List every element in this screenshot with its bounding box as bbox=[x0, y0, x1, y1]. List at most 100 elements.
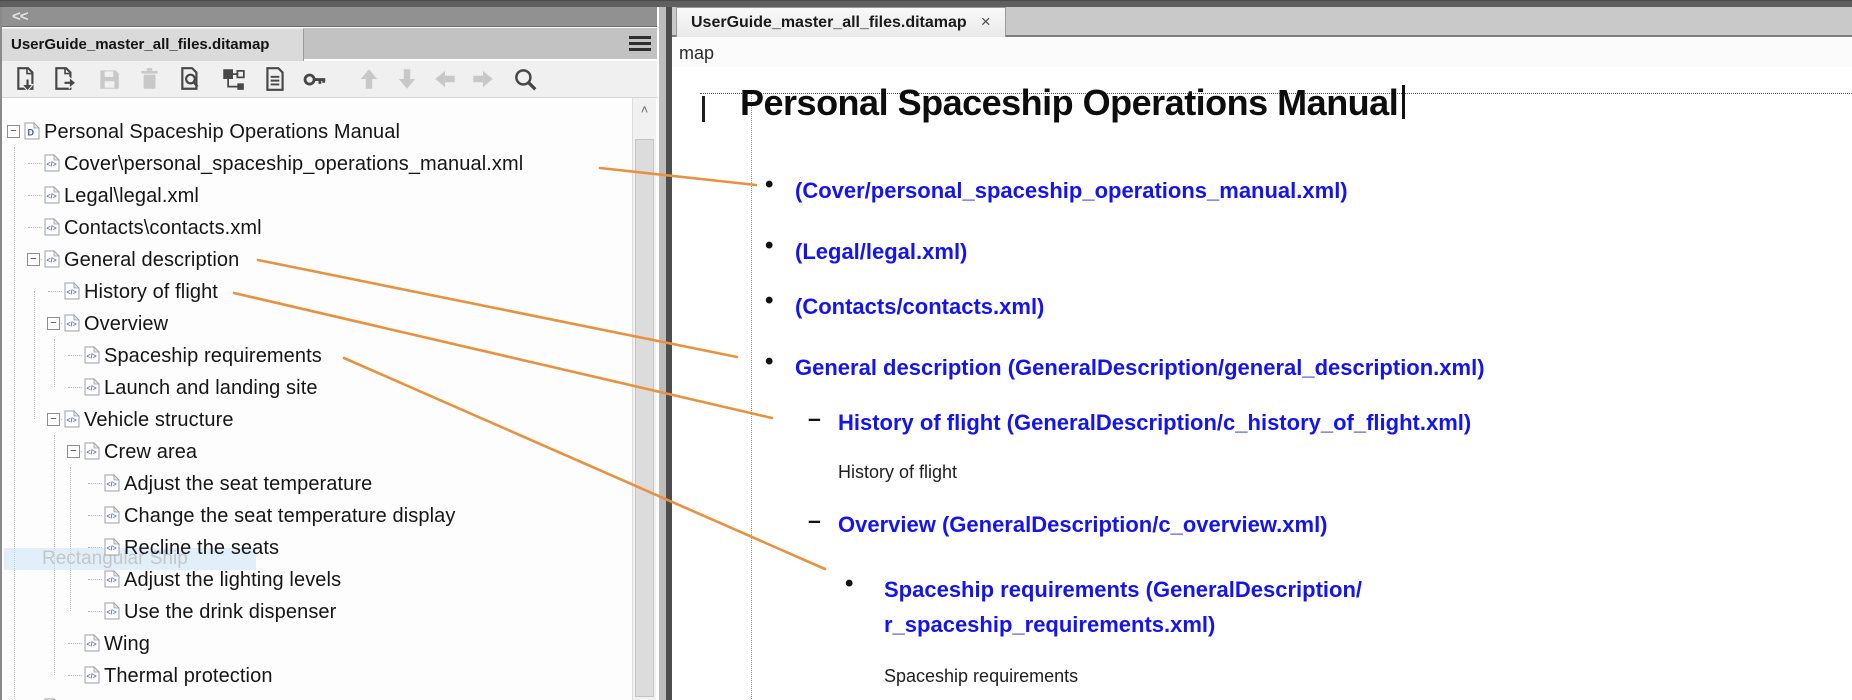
svg-text:</>: </> bbox=[107, 610, 117, 617]
panel-menu-icon[interactable] bbox=[629, 36, 651, 53]
tree-connector bbox=[88, 579, 102, 580]
editor-panel: UserGuide_master_all_files.ditamap× map … bbox=[672, 1, 1852, 700]
map-element-border-left bbox=[751, 93, 752, 700]
bullet-marker: • bbox=[765, 348, 773, 376]
ditamap-icon: D bbox=[24, 122, 40, 145]
tree-row[interactable]: − </>Vehicle structure bbox=[2, 404, 632, 434]
topic-icon: </> bbox=[44, 186, 60, 209]
tree-node-label: Adjust the seat temperature bbox=[124, 471, 372, 497]
panel-splitter[interactable] bbox=[659, 1, 672, 700]
topicref-text[interactable]: (Cover/personal_spaceship_operations_man… bbox=[795, 173, 1348, 208]
dash-marker: – bbox=[808, 405, 821, 432]
svg-text:</>: </> bbox=[87, 354, 97, 361]
svg-text:</>: </> bbox=[47, 162, 57, 169]
tree-row[interactable]: − </> bbox=[2, 692, 632, 700]
keys-icon[interactable] bbox=[302, 66, 328, 92]
bullet-marker: • bbox=[845, 570, 853, 598]
topic-icon: </> bbox=[84, 666, 100, 689]
delete-icon[interactable] bbox=[136, 66, 162, 92]
close-tab-icon[interactable]: × bbox=[981, 12, 991, 31]
move-down-icon[interactable] bbox=[394, 66, 420, 92]
tree-row[interactable]: </> Cover\personal_spaceship_operations_m… bbox=[2, 148, 632, 178]
move-up-icon[interactable] bbox=[356, 66, 382, 92]
tree-row[interactable]: </>Adjust the lighting levels bbox=[2, 564, 632, 594]
tree-row[interactable]: </>History of flight bbox=[2, 276, 632, 306]
tree-node-label: Adjust the lighting levels bbox=[124, 567, 341, 593]
editor-tab-ditamap[interactable]: UserGuide_master_all_files.ditamap× bbox=[676, 7, 1006, 37]
topicref-text[interactable]: Spaceship requirements (GeneralDescripti… bbox=[884, 572, 1362, 642]
topic-icon: </> bbox=[104, 570, 120, 593]
tree-row[interactable]: </>Use the drink dispenser bbox=[2, 596, 632, 626]
topicref-text[interactable]: (Contacts/contacts.xml) bbox=[795, 289, 1044, 324]
topic-icon: </> bbox=[84, 378, 100, 401]
tree-row[interactable]: − DPersonal Spaceship Operations Manual bbox=[2, 116, 632, 146]
tree-connector bbox=[68, 387, 82, 388]
topic-icon: </> bbox=[84, 442, 100, 465]
scroll-up-icon[interactable]: ˄ bbox=[634, 100, 655, 120]
topic-icon: </> bbox=[104, 538, 120, 561]
tree-node-label: History of flight bbox=[84, 279, 218, 305]
topic-icon: </> bbox=[44, 218, 60, 241]
svg-text:</>: </> bbox=[87, 674, 97, 681]
topicref-text[interactable]: General description (GeneralDescription/… bbox=[795, 350, 1485, 385]
collapse-toggle-icon[interactable]: − bbox=[7, 125, 20, 138]
tree-row[interactable]: − </>Crew area bbox=[2, 436, 632, 466]
tree-row[interactable]: − </>General description bbox=[2, 244, 632, 274]
bullet-marker: • bbox=[765, 232, 773, 260]
tree-node-label: Contacts\contacts.xml bbox=[64, 215, 262, 241]
topicref-text[interactable]: History of flight (GeneralDescription/c_… bbox=[838, 405, 1471, 440]
show-structure-icon[interactable] bbox=[220, 66, 246, 92]
tree-connector bbox=[88, 611, 102, 612]
tree-scrollbar[interactable]: ˄ bbox=[632, 98, 656, 700]
topic-icon: </> bbox=[44, 250, 60, 273]
window-top-edge bbox=[0, 1, 1852, 7]
scrollbar-thumb[interactable] bbox=[635, 139, 654, 697]
topicref-text[interactable]: Overview (GeneralDescription/c_overview.… bbox=[838, 507, 1328, 542]
panel-titlebar: << bbox=[2, 7, 657, 27]
tree-row[interactable]: − </>Overview bbox=[2, 308, 632, 338]
collapse-panel-icon[interactable]: << bbox=[12, 7, 28, 26]
tree-row[interactable]: </>Launch and landing site bbox=[2, 372, 632, 402]
move-right-icon[interactable] bbox=[470, 66, 496, 92]
svg-text:D: D bbox=[28, 128, 35, 138]
topic-icon: </> bbox=[104, 506, 120, 529]
move-left-icon[interactable] bbox=[432, 66, 458, 92]
tree-row[interactable]: </> Thermal protection bbox=[2, 660, 632, 690]
collapse-toggle-icon[interactable]: − bbox=[67, 445, 80, 458]
save-icon[interactable] bbox=[96, 66, 122, 92]
dash-marker: – bbox=[808, 507, 821, 534]
tree-connector bbox=[28, 227, 42, 228]
open-preview-icon[interactable] bbox=[178, 66, 204, 92]
ditamap-toolbar bbox=[2, 61, 657, 98]
tree-row[interactable]: </>Recline the seats bbox=[2, 532, 632, 562]
open-document-icon[interactable] bbox=[262, 66, 288, 92]
insert-reference-below-icon[interactable] bbox=[52, 66, 78, 92]
search-icon[interactable] bbox=[512, 66, 538, 92]
collapse-toggle-icon[interactable]: − bbox=[47, 317, 60, 330]
map-title: Personal Spaceship Operations Manual bbox=[740, 82, 1405, 124]
tree-row[interactable]: </>Change the seat temperature display bbox=[2, 500, 632, 530]
topicref-text[interactable]: (Legal/legal.xml) bbox=[795, 234, 967, 269]
tree-node-label: Thermal protection bbox=[104, 663, 273, 689]
tree-row[interactable]: </>Wing bbox=[2, 628, 632, 658]
tree-node-label: Cover\personal_spaceship_operations_manu… bbox=[64, 151, 523, 177]
tree-row[interactable]: </>Adjust the seat temperature bbox=[2, 468, 632, 498]
collapse-toggle-icon[interactable]: − bbox=[47, 413, 60, 426]
svg-text:</>: </> bbox=[107, 546, 117, 553]
tree-connector bbox=[48, 291, 62, 292]
collapse-toggle-icon[interactable]: − bbox=[27, 253, 40, 266]
tree-connector bbox=[68, 355, 82, 356]
tree-node-label: Legal\legal.xml bbox=[64, 183, 199, 209]
insert-reference-after-icon[interactable] bbox=[14, 66, 40, 92]
map-author-view: Personal Spaceship Operations Manual • (C… bbox=[672, 67, 1852, 700]
svg-text:</>: </> bbox=[47, 258, 57, 265]
tree-row[interactable]: </>Legal\legal.xml bbox=[2, 180, 632, 210]
tree-row[interactable]: </>Contacts\contacts.xml bbox=[2, 212, 632, 242]
breadcrumb-map-node[interactable]: map bbox=[679, 43, 714, 63]
tree-connector bbox=[88, 483, 102, 484]
tree-node-label: Spaceship requirements bbox=[104, 343, 322, 369]
tree-row[interactable]: </> Spaceship requirements bbox=[2, 340, 632, 370]
breadcrumb: map bbox=[672, 39, 1852, 67]
svg-text:</>: </> bbox=[107, 514, 117, 521]
ditamap-panel-tab[interactable]: UserGuide_master_all_files.ditamap bbox=[2, 28, 304, 61]
